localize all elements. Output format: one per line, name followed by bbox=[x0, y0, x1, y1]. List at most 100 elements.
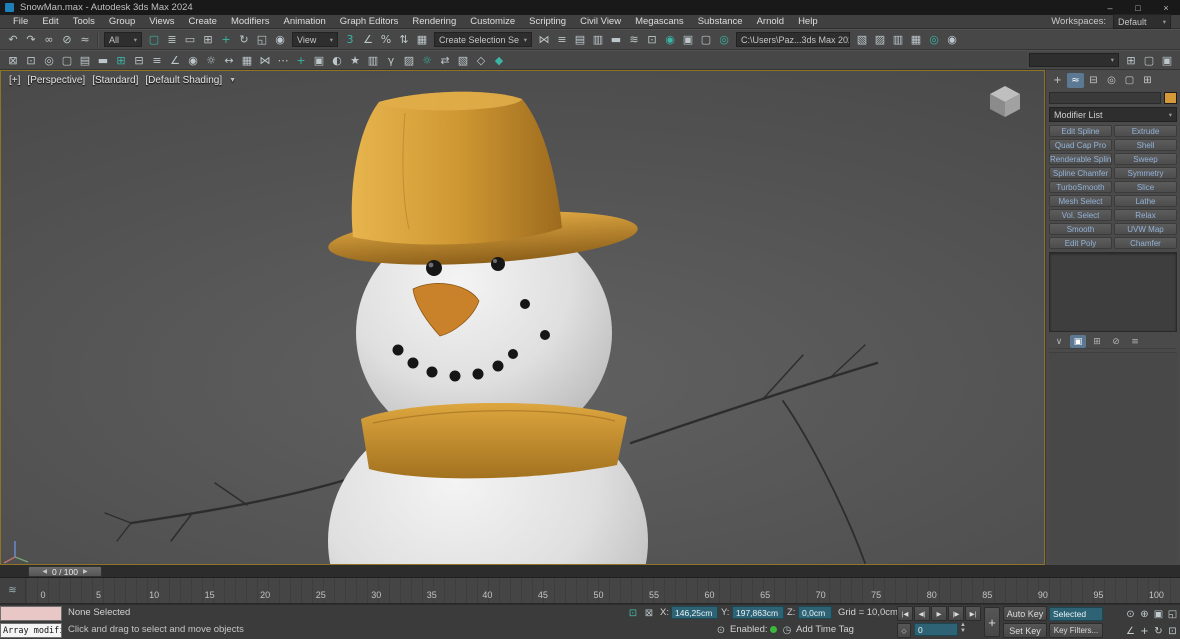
menu-item[interactable]: Substance bbox=[691, 16, 750, 27]
menu-item[interactable]: File bbox=[6, 16, 35, 27]
material-editor-icon[interactable]: ◉ bbox=[661, 31, 679, 48]
time-slider[interactable]: ◀ 0 / 100 ▶ bbox=[28, 566, 102, 577]
menu-item[interactable]: Help bbox=[791, 16, 825, 27]
absolute-relative-snap-icon[interactable]: ⊡ bbox=[22, 52, 40, 69]
modifier-stack-list[interactable] bbox=[1049, 252, 1177, 332]
object-name-field[interactable] bbox=[1049, 92, 1161, 104]
selected-filter-dropdown[interactable]: Selected bbox=[1049, 607, 1103, 621]
select-and-rotate-icon[interactable]: ↻ bbox=[235, 31, 253, 48]
menu-item[interactable]: Arnold bbox=[750, 16, 791, 27]
render-presets-icon[interactable]: ▣ bbox=[310, 52, 328, 69]
asset-tracking-icon[interactable]: ▨ bbox=[871, 31, 889, 48]
modifier-button[interactable]: Vol. Select bbox=[1049, 209, 1112, 221]
toggle-layer-explorer-icon[interactable]: ▥ bbox=[589, 31, 607, 48]
rectangular-selection-region-icon[interactable]: ▭ bbox=[181, 31, 199, 48]
menu-item[interactable]: Edit bbox=[35, 16, 65, 27]
menu-item[interactable]: Animation bbox=[277, 16, 333, 27]
select-by-name-icon[interactable]: ≣ bbox=[163, 31, 181, 48]
display-floater-icon[interactable]: ▢ bbox=[58, 52, 76, 69]
select-and-uniform-scale-icon[interactable]: ◱ bbox=[253, 31, 271, 48]
modifier-button[interactable]: Sweep bbox=[1114, 153, 1177, 165]
color-clipboard-icon[interactable]: ▨ bbox=[400, 52, 418, 69]
named-selection-set-field[interactable]: Create Selection Se ▾ bbox=[434, 32, 532, 47]
maxscript-mini-listener[interactable]: Array modifi bbox=[0, 623, 62, 638]
physical-camera-icon[interactable]: ▧ bbox=[454, 52, 472, 69]
modifier-list-dropdown[interactable]: Modifier List ▾ bbox=[1049, 107, 1177, 122]
menu-item[interactable]: Tools bbox=[66, 16, 102, 27]
go-to-start-button[interactable]: |◀ bbox=[897, 606, 913, 621]
redo-icon[interactable]: ↷ bbox=[22, 31, 40, 48]
next-frame-button[interactable]: |▶ bbox=[948, 606, 964, 621]
scene-converter-icon[interactable]: ⇄ bbox=[436, 52, 454, 69]
percent-snap-toggle-icon[interactable]: % bbox=[377, 31, 395, 48]
modifier-button[interactable]: Shell bbox=[1114, 139, 1177, 151]
safe-frames-icon[interactable]: ⊞ bbox=[1122, 52, 1140, 69]
object-color-swatch[interactable] bbox=[1164, 92, 1177, 104]
viewport-general-menu[interactable]: [+] bbox=[9, 75, 20, 86]
civil-view-icon[interactable]: ◇ bbox=[472, 52, 490, 69]
spinner-snap-toggle-icon[interactable]: ⇅ bbox=[395, 31, 413, 48]
arnold-render-icon[interactable]: ◎ bbox=[925, 31, 943, 48]
viewport-filter-icon[interactable]: ▼ bbox=[229, 77, 236, 86]
menu-item[interactable]: Rendering bbox=[405, 16, 463, 27]
previous-frame-arrow-icon[interactable]: ◀ bbox=[42, 568, 47, 575]
schematic-view-icon[interactable]: ⊡ bbox=[643, 31, 661, 48]
undo-icon[interactable]: ↶ bbox=[4, 31, 22, 48]
x-coordinate-field[interactable]: 146,25cm bbox=[671, 606, 718, 619]
modifier-button[interactable]: Slice bbox=[1114, 181, 1177, 193]
normal-align-icon[interactable]: ∠ bbox=[166, 52, 184, 69]
rendered-frame-window-icon[interactable]: ▢ bbox=[697, 31, 715, 48]
go-to-end-button[interactable]: ▶| bbox=[965, 606, 981, 621]
select-object-icon[interactable]: ▢ bbox=[145, 31, 163, 48]
mirror-icon[interactable]: ⋈ bbox=[535, 31, 553, 48]
align-icon[interactable]: ≡ bbox=[553, 31, 571, 48]
tab-utilities[interactable]: ⊞ bbox=[1139, 73, 1156, 88]
isolate-selection-toggle-icon[interactable]: ⊡ bbox=[626, 606, 640, 620]
help-search-icon[interactable]: ◉ bbox=[943, 31, 961, 48]
substance-icon[interactable]: ◆ bbox=[490, 52, 508, 69]
selection-lock-toggle-icon[interactable]: ⊠ bbox=[4, 52, 22, 69]
add-key-button[interactable]: + bbox=[984, 607, 1000, 637]
unlink-selection-icon[interactable]: ⊘ bbox=[58, 31, 76, 48]
pan-icon[interactable]: + bbox=[1138, 624, 1151, 638]
remove-modifier-icon[interactable]: ⊘ bbox=[1108, 335, 1124, 348]
viewport-pov-menu[interactable]: [Perspective] bbox=[27, 75, 85, 86]
effects-dialog-icon[interactable]: ★ bbox=[346, 52, 364, 69]
isolate-selection-icon[interactable]: ◎ bbox=[40, 52, 58, 69]
tab-display[interactable]: ▢ bbox=[1121, 73, 1138, 88]
selection-lock-toggle-icon[interactable]: ⊠ bbox=[642, 606, 656, 620]
modifier-button[interactable]: Lathe bbox=[1114, 195, 1177, 207]
menu-item[interactable]: Civil View bbox=[573, 16, 628, 27]
selection-filter-dropdown[interactable]: All ▾ bbox=[104, 32, 142, 47]
toggle-scene-explorer-icon[interactable]: ▤ bbox=[571, 31, 589, 48]
per-view-presets-icon[interactable]: ▣ bbox=[1158, 52, 1176, 69]
named-selection-sets-icon[interactable]: ▦ bbox=[238, 52, 256, 69]
y-coordinate-field[interactable]: 197,863cm bbox=[732, 606, 784, 619]
reference-coordinate-dropdown[interactable]: View ▾ bbox=[292, 32, 338, 47]
modifier-button[interactable]: TurboSmooth bbox=[1049, 181, 1112, 193]
modifier-button[interactable]: Extrude bbox=[1114, 125, 1177, 137]
frame-spinner[interactable]: ▲▼ bbox=[960, 622, 966, 634]
menu-item[interactable]: Customize bbox=[463, 16, 522, 27]
auto-key-button[interactable]: Auto Key bbox=[1003, 606, 1047, 621]
close-button[interactable]: × bbox=[1152, 0, 1180, 15]
menu-item[interactable]: Scripting bbox=[522, 16, 573, 27]
set-key-button[interactable]: Set Key bbox=[1003, 623, 1047, 638]
spacing-tool-icon[interactable]: ⋯ bbox=[274, 52, 292, 69]
curve-editor-icon[interactable]: ≋ bbox=[625, 31, 643, 48]
play-button[interactable]: ▶ bbox=[931, 606, 947, 621]
modifier-button[interactable]: Relax bbox=[1114, 209, 1177, 221]
show-end-result-icon[interactable]: ▣ bbox=[1070, 335, 1086, 348]
align-tool-icon[interactable]: ≡ bbox=[148, 52, 166, 69]
mirror-tool-icon[interactable]: ⋈ bbox=[256, 52, 274, 69]
menu-item[interactable]: Graph Editors bbox=[333, 16, 406, 27]
viewport-shading-menu[interactable]: [Default Shading] bbox=[145, 75, 222, 86]
tab-modify[interactable]: ≈ bbox=[1067, 73, 1084, 88]
modifier-button[interactable]: Symmetry bbox=[1114, 167, 1177, 179]
snowman-object[interactable] bbox=[1, 71, 1044, 564]
batch-render-icon[interactable]: ▥ bbox=[364, 52, 382, 69]
menu-item[interactable]: Group bbox=[102, 16, 142, 27]
adaptive-degradation-icon[interactable]: ⊙ bbox=[714, 623, 728, 637]
menu-item[interactable]: Create bbox=[181, 16, 224, 27]
configure-modifier-sets-icon[interactable]: ≡ bbox=[1127, 335, 1143, 348]
